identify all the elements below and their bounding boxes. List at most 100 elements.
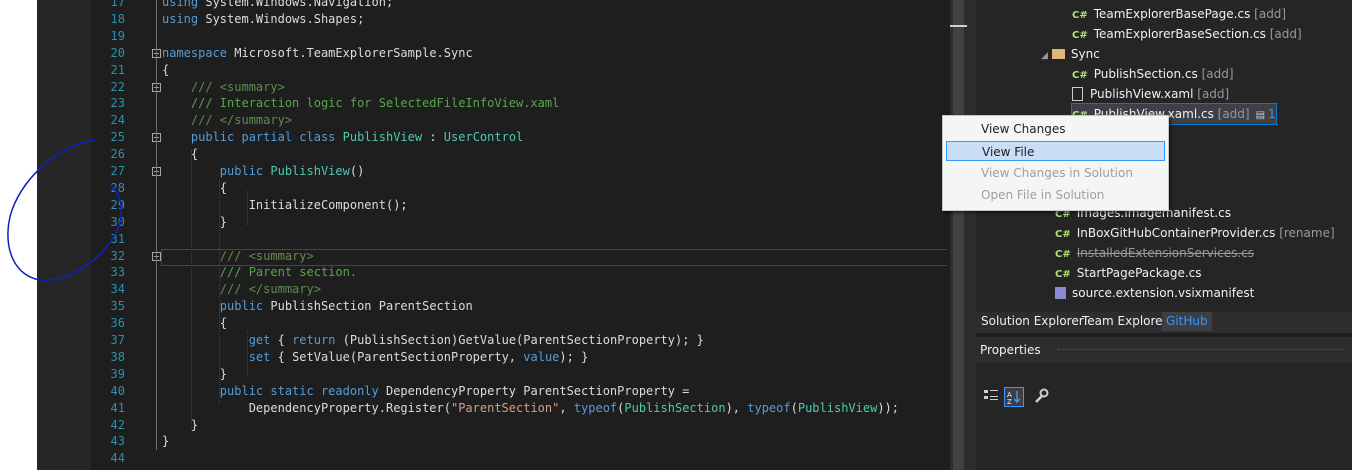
code-token: { xyxy=(162,62,170,77)
scrollbar-marker xyxy=(950,25,967,27)
tree-item[interactable]: C# InBoxGitHubContainerProvider.cs [renam… xyxy=(1055,223,1335,243)
property-pages-icon[interactable] xyxy=(1032,387,1050,405)
code-text: InitializeComponent(); xyxy=(162,197,408,214)
comment-count-badge: 1 xyxy=(1268,106,1276,121)
code-token: ( xyxy=(790,400,798,415)
code-editor[interactable]: 17 using System.Windows.Navigation; 18 usin… xyxy=(91,0,947,470)
code-line[interactable]: 17 using System.Windows.Navigation; xyxy=(91,0,947,11)
tab-solution-explorer[interactable]: Solution Explorer xyxy=(977,312,1088,331)
code-text: { xyxy=(162,62,169,79)
indent-guide xyxy=(247,190,248,225)
splitter[interactable] xyxy=(967,0,976,470)
code-line[interactable]: 42 } xyxy=(91,417,947,434)
code-token: set xyxy=(248,349,271,364)
pending-change-tag: [add] xyxy=(1197,66,1234,81)
xaml-file-icon xyxy=(1072,87,1083,102)
code-token: PublishView xyxy=(342,130,423,145)
code-token: { xyxy=(162,147,199,162)
code-line[interactable]: 19 xyxy=(91,28,947,45)
tree-item-label: Sync xyxy=(1070,46,1100,61)
code-text: } xyxy=(162,366,227,383)
code-line[interactable]: 22 /// <summary> xyxy=(91,79,947,96)
expand-arrow-icon[interactable]: ◢ xyxy=(1041,51,1048,61)
code-text: /// </summary> xyxy=(162,112,292,129)
tree-item[interactable]: ◢ Sync xyxy=(1041,44,1100,64)
categorized-icon[interactable] xyxy=(982,387,1000,405)
tree-item-label: source.extension.vsixmanifest xyxy=(1072,285,1255,300)
line-number: 19 xyxy=(110,28,125,43)
code-token: /// xyxy=(162,113,220,128)
tree-item[interactable]: source.extension.vsixmanifest xyxy=(1055,283,1254,303)
code-text: { xyxy=(162,315,227,332)
code-line[interactable]: 18 using System.Windows.Shapes; xyxy=(91,11,947,28)
tree-item[interactable]: PublishView.xaml [add] xyxy=(1072,84,1229,104)
tab-team-explorer[interactable]: Team Explorer xyxy=(1078,312,1172,331)
tree-item[interactable]: C# PublishSection.cs [add] xyxy=(1072,64,1234,84)
vsix-manifest-icon xyxy=(1055,287,1066,300)
csharp-file-icon: C# xyxy=(1055,248,1071,260)
code-token: System.Windows.Shapes; xyxy=(205,11,365,26)
line-number: 41 xyxy=(110,400,125,415)
line-number: 18 xyxy=(110,11,125,26)
tree-item[interactable]: C# TeamExplorerBasePage.cs [add] xyxy=(1072,4,1286,24)
code-token: System.Windows.Navigation; xyxy=(205,0,394,9)
code-token: DependencyProperty ParentSectionProperty… xyxy=(385,383,690,398)
code-text: /// <summary> xyxy=(162,248,314,265)
code-text: get { return (PublishSection)GetValue(Pa… xyxy=(162,332,704,349)
code-line[interactable]: 27 public PublishView() xyxy=(91,163,947,180)
tree-item[interactable]: C# InstalledExtensionServices.cs xyxy=(1055,243,1254,263)
code-token: } xyxy=(162,214,228,229)
context-menu-item[interactable]: View File xyxy=(946,141,1165,161)
code-line[interactable]: 26 { xyxy=(91,146,947,163)
code-token: { xyxy=(270,333,293,347)
code-line[interactable]: 21 { xyxy=(91,62,947,79)
line-number: 22 xyxy=(110,79,125,94)
code-token: { xyxy=(162,316,228,331)
context-menu-item[interactable]: View Changes xyxy=(946,119,1165,139)
pending-change-tag: [add] xyxy=(1213,106,1250,121)
context-menu-item-label: View File xyxy=(982,145,1035,159)
code-token: /// Interaction logic for SelectedFileIn… xyxy=(162,96,560,111)
csharp-file-icon: C# xyxy=(1072,10,1088,21)
tree-item-label: InBoxGitHubContainerProvider.cs xyxy=(1076,225,1276,240)
code-line[interactable]: 44 xyxy=(91,450,947,467)
tree-item-label: TeamExplorerBasePage.cs xyxy=(1093,7,1251,21)
code-token: PublishView xyxy=(270,164,350,178)
code-token: <summary> xyxy=(219,79,285,94)
code-text: set { SetValue(ParentSectionProperty, va… xyxy=(162,349,589,366)
code-token: { xyxy=(162,180,228,195)
code-line[interactable]: 43} xyxy=(91,433,947,450)
code-line[interactable]: 20 namespace Microsoft.TeamExplorerSample… xyxy=(91,45,947,62)
code-token: PublishView xyxy=(797,400,878,415)
code-token: DependencyProperty.Register( xyxy=(162,400,451,415)
code-token: )); xyxy=(877,400,900,415)
code-token: </summary> xyxy=(219,113,293,128)
code-text: using System.Windows.Navigation; xyxy=(162,0,393,11)
code-token: public xyxy=(219,299,271,314)
alphabetical-icon[interactable]: AZ xyxy=(1004,387,1024,407)
line-number: 42 xyxy=(110,417,125,432)
comment-icon: ▤ xyxy=(1255,109,1266,121)
tree-item[interactable]: C# StartPagePackage.cs xyxy=(1055,263,1202,283)
editor-scrollbar-thumb[interactable] xyxy=(953,0,964,470)
code-token: () xyxy=(349,164,365,178)
code-line[interactable]: 25 public partial class PublishView : Us… xyxy=(91,129,947,146)
code-line[interactable]: 24 /// </summary> xyxy=(91,112,947,129)
code-text: public static readonly DependencyPropert… xyxy=(162,383,690,400)
tab-github[interactable]: GitHub xyxy=(1162,312,1212,331)
code-text: /// <summary> xyxy=(162,79,285,96)
code-line[interactable]: 23 /// Interaction logic for SelectedFil… xyxy=(91,95,947,112)
properties-header-grip xyxy=(1058,349,1346,350)
tree-item-label: TeamExplorerBaseSection.cs xyxy=(1093,26,1266,41)
code-token: Microsoft.TeamExplorerSample.Sync xyxy=(234,45,473,60)
code-token: } xyxy=(162,366,228,381)
tree-item-label: StartPagePackage.cs xyxy=(1076,265,1202,280)
tree-item[interactable]: C# TeamExplorerBaseSection.cs [add] xyxy=(1072,24,1302,44)
code-text: DependencyProperty.Register("ParentSecti… xyxy=(162,400,899,417)
code-token: public partial class xyxy=(190,130,343,145)
code-token: get xyxy=(248,333,271,347)
tree-item-label: InstalledExtensionServices.cs xyxy=(1076,245,1255,260)
line-number: 23 xyxy=(110,96,125,111)
